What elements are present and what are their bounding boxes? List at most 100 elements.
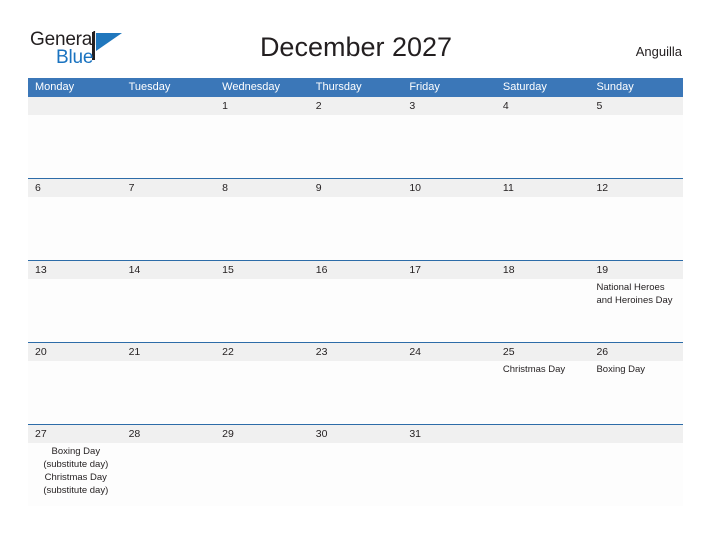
day-number[interactable]: 25 [496,343,590,361]
day-body-strip [28,197,683,260]
day-number-empty [496,425,590,443]
day-cell-empty [402,361,496,424]
day-number-strip: 20 21 22 23 24 25 26 [28,343,683,361]
day-cell-empty [122,443,216,506]
calendar-grid: Monday Tuesday Wednesday Thursday Friday… [28,78,683,506]
day-number[interactable]: 12 [589,179,683,197]
day-number[interactable]: 6 [28,179,122,197]
day-cell-empty [309,279,403,342]
day-cell-empty [402,279,496,342]
day-cell-empty [215,197,309,260]
day-number[interactable]: 31 [402,425,496,443]
weekday-header-sunday: Sunday [596,81,634,93]
day-number[interactable]: 30 [309,425,403,443]
day-number-strip: 27 28 29 30 31 [28,425,683,443]
day-cell-empty [122,115,216,178]
calendar-page: General Blue December 2027 Anguilla Mond… [0,0,712,550]
day-cell-empty [215,443,309,506]
calendar-week-row: 6 7 8 9 10 11 12 [28,178,683,260]
day-cell-empty [496,279,590,342]
day-number[interactable]: 15 [215,261,309,279]
day-cell-empty [402,115,496,178]
day-number-strip: 13 14 15 16 17 18 19 [28,261,683,279]
day-number[interactable]: 27 [28,425,122,443]
day-cell-empty [122,197,216,260]
day-events[interactable]: Christmas Day [496,361,590,424]
calendar-week-row: 13 14 15 16 17 18 19 National Heroes and Heroine… [28,260,683,342]
weekday-header-thursday: Thursday [315,81,362,93]
day-cell-empty [589,443,683,506]
day-cell-empty [122,361,216,424]
day-cell-empty [402,197,496,260]
day-cell-empty [309,197,403,260]
day-number[interactable]: 23 [309,343,403,361]
day-cell-empty [122,279,216,342]
day-cell-empty [309,115,403,178]
day-number[interactable]: 20 [28,343,122,361]
day-cell-empty [402,443,496,506]
day-number[interactable]: 5 [589,97,683,115]
day-cell-empty [589,115,683,178]
event-label: National Heroes [596,282,665,293]
day-number-empty [28,97,122,115]
page-title: December 2027 [259,32,453,62]
day-body-strip: National Heroes and Heroines Day [28,279,683,342]
day-events[interactable]: Boxing Day (substitute day) Christmas Day (… [28,443,122,506]
day-body-strip [28,115,683,178]
event-label: Christmas Day [502,364,566,375]
weekday-header-monday: Monday [35,81,75,93]
day-number[interactable]: 13 [28,261,122,279]
day-number[interactable]: 14 [122,261,216,279]
event-label: Boxing Day [51,446,101,457]
day-cell-empty [589,197,683,260]
calendar-week-row: 12345 [28,97,683,178]
day-number[interactable]: 22 [215,343,309,361]
calendar-week-row: 27 28 29 30 31 Boxing Day (substitute day) Chri… [28,424,683,506]
day-cell-empty [215,279,309,342]
day-cell-empty [215,361,309,424]
day-number-strip: 12345 [28,97,683,115]
day-number[interactable]: 10 [402,179,496,197]
day-number-empty [589,425,683,443]
day-cell-empty [28,115,122,178]
day-cell-empty [28,197,122,260]
day-number[interactable]: 28 [122,425,216,443]
day-number[interactable]: 7 [122,179,216,197]
weekday-header-tuesday: Tuesday [128,81,171,93]
day-events[interactable]: National Heroes and Heroines Day [589,279,683,342]
day-number[interactable]: 1 [215,97,309,115]
event-label: Boxing Day [596,364,646,375]
day-body-strip: Boxing Day (substitute day) Christmas Day (… [28,443,683,506]
event-label: and Heroines Day [596,295,673,306]
day-number[interactable]: 9 [309,179,403,197]
day-number[interactable]: 17 [402,261,496,279]
event-label: (substitute day) [43,459,109,470]
calendar-week-row: 20 21 22 23 24 25 26 Christmas Day Boxing Day [28,342,683,424]
page-header: General Blue December 2027 Anguilla [0,0,712,78]
day-cell-empty [28,279,122,342]
day-cell-empty [496,443,590,506]
day-number[interactable]: 18 [496,261,590,279]
day-number[interactable]: 16 [309,261,403,279]
day-cell-empty [496,197,590,260]
day-number[interactable]: 21 [122,343,216,361]
day-cell-empty [28,361,122,424]
day-cell-empty [309,443,403,506]
event-label: Christmas Day [44,472,107,483]
weekday-header-friday: Friday [409,81,440,93]
weekday-header-wednesday: Wednesday [222,81,281,93]
day-number[interactable]: 26 [589,343,683,361]
day-number[interactable]: 3 [402,97,496,115]
event-label: (substitute day) [43,485,109,496]
day-number[interactable]: 19 [589,261,683,279]
day-cell-empty [215,115,309,178]
day-number[interactable]: 8 [215,179,309,197]
day-number[interactable]: 4 [496,97,590,115]
day-number[interactable]: 11 [496,179,590,197]
day-cell-empty [496,115,590,178]
day-number[interactable]: 24 [402,343,496,361]
day-number[interactable]: 2 [309,97,403,115]
day-number[interactable]: 29 [215,425,309,443]
region-label: Anguilla [635,44,682,59]
day-events[interactable]: Boxing Day [589,361,683,424]
